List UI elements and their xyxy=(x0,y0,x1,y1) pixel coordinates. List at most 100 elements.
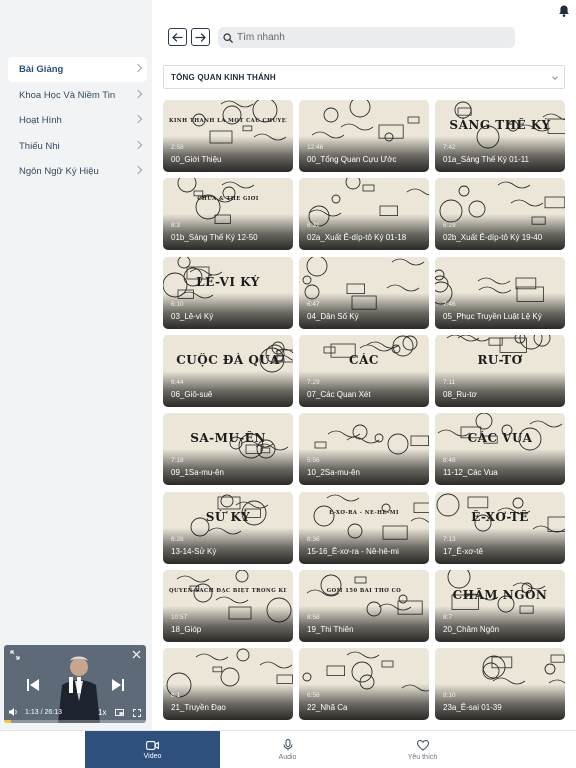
sidebar-item-label: Thiếu Nhi xyxy=(19,140,60,152)
tab-video[interactable]: Video xyxy=(85,731,220,768)
search-input[interactable] xyxy=(237,32,497,43)
sidebar-item-thieu-nhi[interactable]: Thiếu Nhi xyxy=(8,134,147,159)
video-card[interactable]: Ê-XƠ-TÊ 7:13 17_Ê-xơ-tê xyxy=(435,491,565,564)
video-card[interactable]: GỒM 150 BÀI THƠ CỔ 8:58 19_Thi Thiên xyxy=(299,569,429,642)
video-card[interactable]: QUYỂN SÁCH ĐẶC BIỆT TRONG KINH THÁNH 10:5… xyxy=(163,569,293,642)
video-duration: 7:13 xyxy=(443,535,456,543)
video-title: 01a_Sáng Thế Ký 01-11 xyxy=(443,155,529,164)
picture-in-picture-icon[interactable] xyxy=(115,709,124,716)
forward-button[interactable] xyxy=(191,28,210,46)
video-title: 11-12_Các Vua xyxy=(443,468,498,478)
tab-audio[interactable]: Audio xyxy=(220,731,355,768)
video-card[interactable]: 6:29 02b_Xuất Ê-díp-tô Ký 19-40 xyxy=(435,178,565,251)
video-card[interactable]: RU-TƠ 7:11 08_Ru-tơ xyxy=(435,334,565,407)
sidebar-item-bai-giang[interactable]: Bài Giảng xyxy=(8,57,147,82)
chevron-right-icon xyxy=(133,114,143,124)
current-time: 1:13 xyxy=(25,709,39,716)
video-title: 20_Châm Ngôn xyxy=(443,624,500,634)
back-button[interactable] xyxy=(168,28,187,46)
chevron-down-icon xyxy=(552,74,558,80)
video-card[interactable]: 12:46 00_Tổng Quan Cựu Ước xyxy=(299,100,429,172)
thumbnail-caption: QUYỂN SÁCH ĐẶC BIỆT TRONG KINH THÁNH xyxy=(169,587,287,594)
thumbnail-caption: CUỘC ĐÀ QUA xyxy=(176,352,280,367)
thumbnail-caption: Ê-XƠ-TÊ xyxy=(471,509,529,524)
thumbnail-caption: CÁC xyxy=(349,352,379,367)
video-title: 18_Gióp xyxy=(171,624,202,634)
thumbnail-gradient xyxy=(163,292,293,329)
thumbnail-caption: Ê-XƠ-RA - NÊ-HÊ-MI xyxy=(329,509,399,516)
thumbnail-gradient xyxy=(435,449,565,486)
mini-player[interactable]: 1:13 / 26:13 1x xyxy=(4,645,146,723)
video-card[interactable]: 8:10 23a_Ê-sai 01-39 xyxy=(435,648,565,721)
arrow-right-icon xyxy=(195,32,206,42)
thumbnail-gradient xyxy=(163,449,293,486)
thumbnail-caption: SA-MU-ÊN xyxy=(190,431,266,446)
video-card[interactable]: CUỘC ĐÀ QUA 6:44 06_Giô-suê xyxy=(163,334,293,407)
video-card[interactable]: 6:58 22_Nhã Ca xyxy=(299,648,429,721)
fullscreen-icon[interactable] xyxy=(133,709,141,717)
tab-favorites[interactable]: Yêu thích xyxy=(355,731,490,768)
video-title: 00_Tổng Quan Cựu Ước xyxy=(307,155,397,164)
thumbnail-gradient xyxy=(299,527,429,564)
category-select[interactable]: TỔNG QUAN KINH THÁNH xyxy=(163,65,565,89)
video-card[interactable]: 7:46 05_Phục Truyền Luật Lệ Ký xyxy=(435,256,565,329)
time-separator: / xyxy=(40,709,43,716)
video-card[interactable]: 5:56 10_2Sa-mu-ên xyxy=(299,413,429,486)
progress-fill xyxy=(4,720,12,723)
skip-next-icon[interactable] xyxy=(111,678,125,692)
video-card[interactable]: CHÚA & THẾ GIỚI 8:3 01b_Sáng Thế Ký 12-50 xyxy=(163,178,293,251)
thumbnail-gradient xyxy=(435,136,565,172)
video-card[interactable]: SÁNG THẾ KÝ 7:42 01a_Sáng Thế Ký 01-11 xyxy=(435,100,565,172)
video-card[interactable]: SỬ KÝ 6:28 13-14-Sử Ký xyxy=(163,491,293,564)
video-card[interactable]: 8:1 21_Truyền Đạo xyxy=(163,648,293,721)
video-card[interactable]: CÁC VUA 8:48 11-12_Các Vua xyxy=(435,413,565,486)
thumbnail-caption: KINH THÁNH LÀ MỘT CÂU CHUYỆN THỐNG NHẤT xyxy=(169,118,287,124)
thumbnail-gradient xyxy=(299,449,429,486)
sidebar-item-ngon-ngu-ky-hieu[interactable]: Ngôn Ngữ Ký Hiệu xyxy=(8,159,147,184)
volume-icon[interactable] xyxy=(9,708,18,716)
skip-previous-icon[interactable] xyxy=(26,678,40,692)
video-title: 19_Thi Thiên xyxy=(307,624,354,634)
video-title: 05_Phục Truyền Luật Lệ Ký xyxy=(443,311,542,321)
expand-icon[interactable] xyxy=(10,650,20,660)
speed-button[interactable]: 1x xyxy=(98,708,106,717)
video-title: 03_Lê-vi Ký xyxy=(171,311,214,321)
video-duration: 8:36 xyxy=(307,535,320,543)
video-duration: 6:44 xyxy=(171,378,184,386)
video-card[interactable]: LÊ-VI KÝ 6:10 03_Lê-vi Ký xyxy=(163,256,293,329)
video-grid: KINH THÁNH LÀ MỘT CÂU CHUYỆN THỐNG NHẤT 2… xyxy=(163,100,565,730)
video-title: 08_Ru-tơ xyxy=(443,389,477,399)
video-card[interactable]: Ê-XƠ-RA - NÊ-HÊ-MI 8:36 15-16_Ê-xơ-ra - Nê… xyxy=(299,491,429,564)
search-icon xyxy=(223,32,233,43)
video-duration: 6:47 xyxy=(307,300,320,308)
close-icon[interactable] xyxy=(132,650,141,659)
video-title: 21_Truyền Đạo xyxy=(171,703,226,713)
video-card[interactable]: CÁC 7:29 07_Các Quan Xét xyxy=(299,334,429,407)
thumbnail-gradient xyxy=(435,605,565,642)
video-card[interactable]: 6:47 04_Dân Số Ký xyxy=(299,256,429,329)
video-duration: 7:46 xyxy=(443,300,456,308)
video-card[interactable]: CHÂM NGÔN 8:7 20_Châm Ngôn xyxy=(435,569,565,642)
playback-time: 1:13 / 26:13 xyxy=(25,709,62,716)
category-select-value: TỔNG QUAN KINH THÁNH xyxy=(171,72,276,82)
thumbnail-caption: CHÂM NGÔN xyxy=(452,587,548,602)
bell-icon[interactable] xyxy=(557,4,571,18)
sidebar-item-hoat-hinh[interactable]: Hoạt Hình xyxy=(8,108,147,133)
search-bar[interactable] xyxy=(218,27,515,48)
video-duration: 7:42 xyxy=(443,144,456,151)
thumbnail-caption: CHÚA & THẾ GIỚI xyxy=(197,196,259,203)
video-title: 07_Các Quan Xét xyxy=(307,389,371,399)
thumbnail-caption: SÁNG THẾ KÝ xyxy=(449,118,551,132)
progress-bar[interactable] xyxy=(4,720,146,723)
video-title: 23a_Ê-sai 01-39 xyxy=(443,703,502,713)
video-card[interactable]: 6:31 02a_Xuất Ê-díp-tô Ký 01-18 xyxy=(299,178,429,251)
sidebar: Bài Giảng Khoa Học Và Niềm Tin Hoạt Hình… xyxy=(0,0,152,730)
thumbnail-gradient xyxy=(163,136,293,172)
sidebar-item-label: Hoạt Hình xyxy=(19,115,62,126)
video-card[interactable]: KINH THÁNH LÀ MỘT CÂU CHUYỆN THỐNG NHẤT 2… xyxy=(163,100,293,172)
sidebar-item-khoa-hoc[interactable]: Khoa Học Và Niềm Tin xyxy=(8,83,147,108)
pause-icon[interactable] xyxy=(66,676,84,694)
video-card[interactable]: SA-MU-ÊN 7:18 09_1Sa-mu-ên xyxy=(163,413,293,486)
microphone-icon xyxy=(282,739,293,751)
video-duration: 6:10 xyxy=(171,300,184,308)
